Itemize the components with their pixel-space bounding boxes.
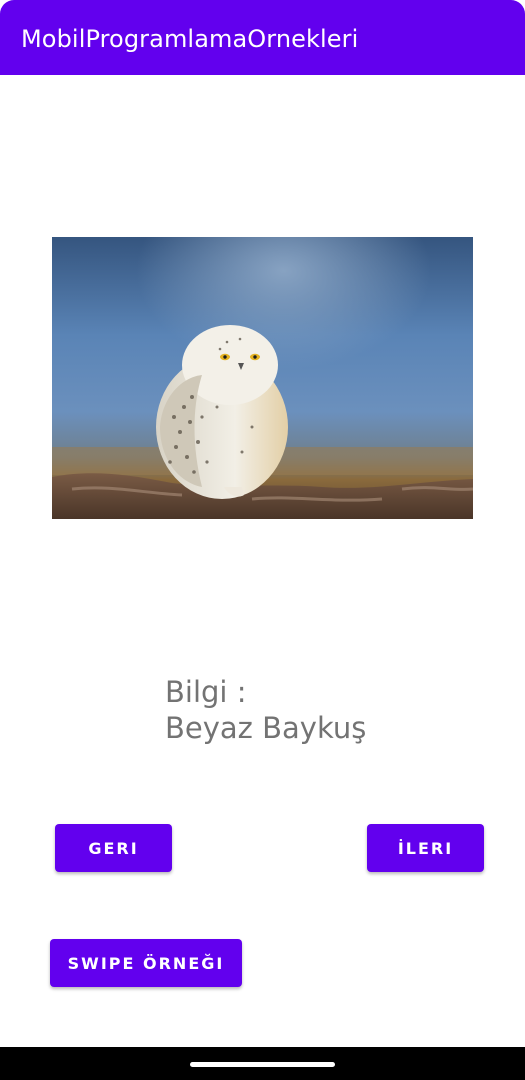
app-bar: MobilProgramlamaOrnekleri (0, 0, 525, 75)
owl-photo-illustration (52, 237, 473, 519)
home-indicator[interactable] (190, 1062, 335, 1067)
system-navigation-bar (0, 1047, 525, 1080)
app-screen: MobilProgramlamaOrnekleri Bilgi: Beyaz … (0, 0, 525, 1080)
info-value: Beyaz Baykuş (165, 711, 367, 745)
owl-image (52, 237, 473, 519)
info-text: Bilgi : Beyaz Baykuş (165, 674, 366, 746)
back-button[interactable]: GERI (55, 824, 172, 872)
next-button[interactable]: İLERI (367, 824, 484, 872)
swipe-example-button[interactable]: SWIPE ÖRNEĞI (50, 939, 242, 987)
info-label: Bilgi : (165, 675, 247, 709)
app-title: MobilProgramlamaOrnekleri (21, 25, 359, 53)
